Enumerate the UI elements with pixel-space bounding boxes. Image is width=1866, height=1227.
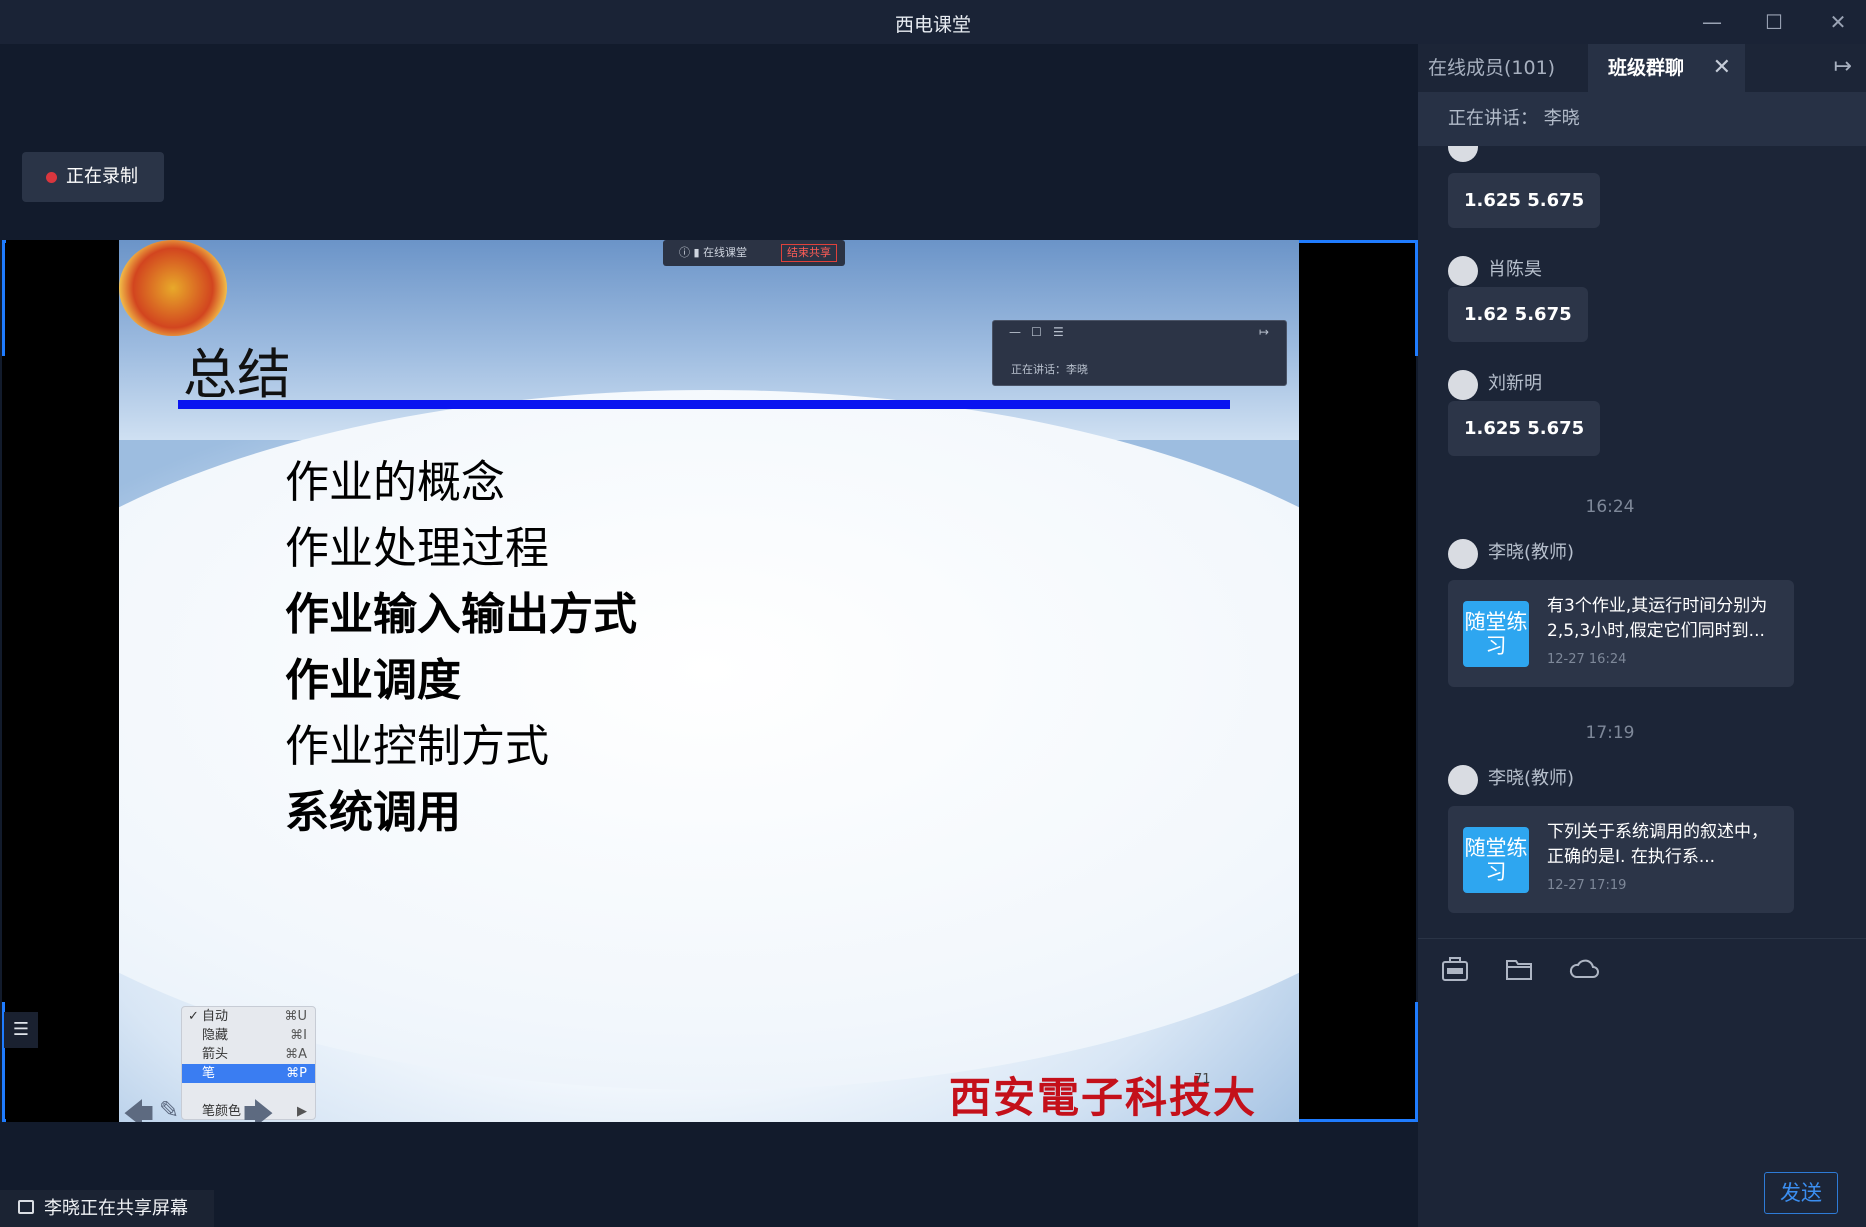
exercise-text: 有3个作业,其运行时间分别为2,5,3小时,假定它们同时到... [1547,596,1768,641]
window-title: 西电课堂 [894,14,971,36]
chat-bubble: 1.62 5.675 [1448,287,1588,342]
sharing-status-bar: 李晓正在共享屏幕 [0,1190,214,1227]
slide-bullet: 作业的概念 [285,457,505,508]
screen-share-icon [18,1200,34,1214]
collapse-panel-icon[interactable]: ↦ [1834,54,1852,79]
maximize-button[interactable]: ☐ [1752,6,1796,38]
exercise-card[interactable]: 随堂练习 有3个作业,其运行时间分别为2,5,3小时,假定它们同时到... 12… [1448,580,1794,687]
author-name: 刘新明 [1488,373,1542,394]
menu-icon[interactable]: ☰ [1053,325,1064,339]
previous-slide-icon[interactable]: 🡄 [123,1092,154,1122]
menu-shortcut: ⌘I [290,1028,307,1043]
menu-item-label: 箭头 [202,1047,229,1062]
title-bar: 西电课堂 — ☐ ✕ [0,0,1866,44]
menu-item-label: 隐藏 [202,1028,229,1043]
menu-shortcut: ⌘U [284,1009,307,1024]
exit-icon[interactable]: ↦ [1259,325,1269,339]
next-slide-icon[interactable]: 🡆 [243,1092,274,1122]
frame-corner [1298,1002,1418,1122]
exercise-card[interactable]: 随堂练习 下列关于系统调用的叙述中，正确的是I. 在执行系... 12-27 1… [1448,806,1794,913]
submenu-arrow-icon: ▶ [297,1104,307,1119]
frame-corner [2,240,6,356]
slide-page-number: 71 [1194,1072,1211,1087]
minimize-button[interactable]: — [1690,6,1734,38]
university-emblem-icon [119,240,227,336]
slide-bullet: 作业调度 [285,655,461,706]
menu-shortcut: ⌘P [286,1066,307,1081]
menu-shortcut: ⌘A [285,1047,307,1062]
maximize-icon[interactable]: ☐ [1031,325,1042,339]
title-underline [178,400,1230,409]
slide-bullet: 作业控制方式 [285,721,549,772]
end-share-button[interactable]: 结束共享 [781,244,837,262]
exercise-timestamp: 12-27 16:24 [1547,652,1627,667]
folder-icon[interactable] [1504,954,1536,986]
time-separator: 16:24 [1585,497,1635,517]
author-name: 李晓(教师) [1488,768,1575,789]
menu-icon[interactable]: ☰ [4,1012,38,1048]
menu-item-auto[interactable]: ✓ 自动 ⌘U [182,1007,315,1026]
send-button[interactable]: 发送 [1764,1172,1838,1214]
share-control-bar: ⓘ ▮ 在线课堂 结束共享 [663,240,845,266]
menu-item-label: 笔颜色 [202,1104,242,1119]
close-button[interactable]: ✕ [1816,6,1860,38]
tab-label: 班级群聊 [1608,57,1685,79]
slide-bullet: 作业输入输出方式 [285,589,637,640]
message-author: 李晓(教师) [1448,539,1575,569]
pen-tool-icon[interactable]: ✎ [159,1096,179,1122]
slide-title: 总结 [183,343,291,406]
menu-item-arrow[interactable]: 箭头 ⌘A [182,1045,315,1064]
time-separator: 17:19 [1585,723,1635,743]
recording-label: 正在录制 [66,166,138,187]
mini-classroom-window: — ☐ ☰ ↦ 正在讲话：李晓 [992,320,1287,386]
university-name-logo: 西安電子科技大学 [949,1073,1258,1122]
screen-share-stage: 正在录制 总结 作业的概念 作业处理过程 作业输入输出方式 作业调度 作业控制方… [0,44,1418,1227]
exercise-text: 下列关于系统调用的叙述中，正确的是I. 在执行系... [1547,822,1768,867]
message-author: 肖陈昊 [1448,256,1542,286]
exercise-tag: 随堂练习 [1463,601,1529,667]
chat-message-list[interactable]: 1.625 5.675 肖陈昊 1.62 5.675 刘新明 1.625 5.6… [1418,146,1866,936]
composer-divider [1418,938,1866,939]
avatar [1448,539,1478,569]
chat-bubble: 1.625 5.675 [1448,401,1601,456]
menu-item-label: 自动 [202,1009,229,1024]
message-author: 刘新明 [1448,370,1542,400]
chat-bubble: 1.625 5.675 [1448,173,1601,228]
panel-tabs: 在线成员(101) 班级群聊 ✕ ↦ [1418,44,1866,92]
slide-bullet-list: 作业的概念 作业处理过程 作业输入输出方式 作业调度 作业控制方式 系统调用 [285,450,637,846]
avatar [1448,146,1478,162]
minimize-icon[interactable]: — [1009,325,1021,339]
side-panel: 在线成员(101) 班级群聊 ✕ ↦ 正在讲话： 李晓 1.625 5.675 … [1418,44,1866,1227]
cloud-icon[interactable] [1568,954,1600,986]
tab-group-chat[interactable]: 班级群聊 ✕ [1588,44,1745,92]
close-icon[interactable]: ✕ [1713,44,1731,92]
tab-online-members[interactable]: 在线成员(101) [1428,44,1555,92]
checkmark-icon: ✓ [188,1009,199,1024]
info-icon: ⓘ ▮ [679,246,700,259]
menu-item-label: 笔 [202,1066,216,1081]
exercise-tag: 随堂练习 [1463,827,1529,893]
announcement-icon[interactable] [1440,954,1472,986]
avatar [1448,256,1478,286]
mini-speaker-text: 正在讲话：李晓 [1011,363,1088,376]
menu-item-hide[interactable]: 隐藏 ⌘I [182,1026,315,1045]
author-name: 李晓(教师) [1488,542,1575,563]
avatar [1448,765,1478,795]
avatar [1448,370,1478,400]
recording-button[interactable]: 正在录制 [22,152,164,202]
message-author: 李晓(教师) [1448,765,1575,795]
slide-bullet: 系统调用 [285,787,461,838]
sharing-status-text: 李晓正在共享屏幕 [44,1198,188,1219]
recording-dot-icon [46,172,57,183]
menu-item-pen[interactable]: 笔 ⌘P [182,1064,315,1083]
author-name: 肖陈昊 [1488,259,1542,280]
presentation-slide: 总结 作业的概念 作业处理过程 作业输入输出方式 作业调度 作业控制方式 系统调… [119,240,1299,1122]
slide-bullet: 作业处理过程 [285,523,549,574]
speaking-indicator: 正在讲话： 李晓 [1418,92,1866,146]
share-app-name: 在线课堂 [703,246,748,259]
frame-corner [1298,240,1418,356]
exercise-timestamp: 12-27 17:19 [1547,878,1627,893]
